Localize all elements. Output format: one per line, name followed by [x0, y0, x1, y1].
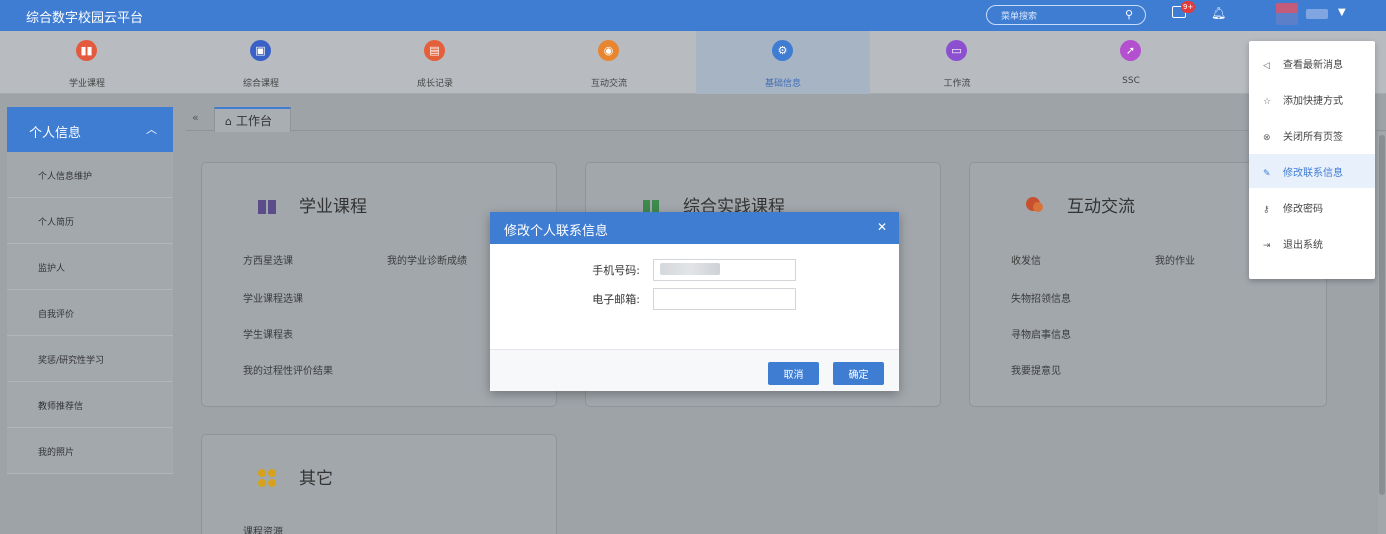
card-title: 其它 [299, 469, 333, 489]
link-lost-notice[interactable]: 寻物启事信息 [1011, 326, 1071, 341]
menu-item-change-password[interactable]: ⚷ 修改密码 [1249, 190, 1375, 224]
close-icon[interactable]: ✕ [877, 220, 887, 234]
phone-label: 手机号码: [592, 264, 640, 277]
menu-item-logout[interactable]: ⇥ 退出系统 [1249, 226, 1375, 260]
app-title: 综合数字校园云平台 [26, 11, 144, 26]
link-mail[interactable]: 收发信 [1011, 252, 1041, 267]
confirm-button[interactable]: 确定 [833, 362, 884, 385]
message-badge: 9+ [1181, 1, 1196, 13]
sidebar-group-label: 个人信息 [29, 126, 82, 141]
chevron-down-icon[interactable]: ▼ [1338, 7, 1346, 18]
avatar[interactable] [1276, 3, 1298, 25]
module-label: SSC [1122, 76, 1140, 86]
sidebar: 个人信息 ︿ 个人信息维护 个人简历 监护人 自我评价 奖惩/研究性学习 教师推… [7, 107, 173, 534]
cancel-button[interactable]: 取消 [768, 362, 819, 385]
search-placeholder: 菜单搜索 [1001, 12, 1038, 22]
module-basic-info[interactable]: ⚙ 基础信息 [696, 31, 870, 94]
link-process-eval[interactable]: 我的过程性评价结果 [243, 362, 333, 377]
menu-item-label: 添加快捷方式 [1283, 96, 1343, 107]
sidebar-item-photos[interactable]: 我的照片 [7, 428, 173, 474]
link-homework[interactable]: 我的作业 [1155, 252, 1195, 267]
user-menu: ◁ 查看最新消息 ☆ 添加快捷方式 ⊗ 关闭所有页签 ✎ 修改联系信息 ⚷ 修改密码 ⇥ 退… [1249, 41, 1375, 279]
module-academic[interactable]: ▮▮ 学业课程 [0, 31, 174, 94]
sidebar-item-profile[interactable]: 个人信息维护 [7, 152, 173, 198]
menu-item-label: 退出系统 [1283, 240, 1323, 251]
module-comprehensive[interactable]: ▣ 综合课程 [174, 31, 348, 94]
link-course-resource[interactable]: 课程资源 [243, 523, 283, 534]
chat-icon [1026, 197, 1043, 212]
sidebar-item-recommendation[interactable]: 教师推荐信 [7, 382, 173, 428]
card-other: 其它 课程资源 [201, 434, 557, 534]
key-icon: ⚷ [1263, 205, 1270, 215]
tab-label: 工作台 [235, 114, 272, 128]
module-label: 学业课程 [68, 79, 105, 89]
book-icon [258, 200, 276, 214]
link-timetable[interactable]: 学生课程表 [243, 326, 293, 341]
edit-contact-dialog: 修改个人联系信息 ✕ 手机号码: 电子邮箱: 取消 确定 [490, 212, 899, 391]
email-field[interactable] [653, 288, 796, 310]
logout-icon: ⇥ [1263, 241, 1271, 251]
card-title: 学业课程 [299, 197, 367, 217]
rocket-icon: ➚ [1120, 40, 1141, 61]
card-title: 互动交流 [1067, 197, 1135, 217]
top-bar: 综合数字校园云平台 菜单搜索 ⚲ 9+ 🔔︎ ▼ [0, 0, 1386, 31]
speaker-icon: ◁ [1263, 61, 1270, 71]
menu-item-edit-contact[interactable]: ✎ 修改联系信息 [1249, 154, 1375, 188]
clipboard-icon: ▤ [424, 40, 445, 61]
module-nav: ▮▮ 学业课程 ▣ 综合课程 ▤ 成长记录 ◉ 互动交流 ⚙ 基础信息 ▭ 工作… [0, 31, 1386, 94]
tab-bar: « ⌂ 工作台 [186, 107, 1386, 132]
sidebar-item-self-eval[interactable]: 自我评价 [7, 290, 173, 336]
email-label: 电子邮箱: [592, 293, 640, 306]
dialog-header: 修改个人联系信息 ✕ [490, 212, 899, 244]
edit-icon: ✎ [1263, 169, 1271, 179]
link-academic-select[interactable]: 学业课程选课 [243, 290, 303, 305]
link-lost-found[interactable]: 失物招领信息 [1011, 290, 1071, 305]
username[interactable] [1306, 9, 1328, 19]
link-feedback[interactable]: 我要提意见 [1011, 362, 1061, 377]
menu-item-close-tabs[interactable]: ⊗ 关闭所有页签 [1249, 118, 1375, 152]
tab-workbench[interactable]: ⌂ 工作台 [214, 107, 291, 132]
module-workflow[interactable]: ▭ 工作流 [870, 31, 1044, 94]
sidebar-item-awards[interactable]: 奖惩/研究性学习 [7, 336, 173, 382]
workflow-icon: ▭ [946, 40, 967, 61]
menu-item-add-shortcut[interactable]: ☆ 添加快捷方式 [1249, 82, 1375, 116]
dialog-title: 修改个人联系信息 [504, 224, 609, 239]
menu-item-label: 关闭所有页签 [1283, 132, 1343, 143]
module-label: 综合课程 [242, 79, 279, 89]
sidebar-item-guardian[interactable]: 监护人 [7, 244, 173, 290]
menu-item-label: 查看最新消息 [1283, 60, 1343, 71]
module-growth[interactable]: ▤ 成长记录 [348, 31, 522, 94]
scrollbar-thumb[interactable] [1379, 135, 1385, 495]
menu-item-label: 修改联系信息 [1283, 168, 1343, 179]
menu-search[interactable]: 菜单搜索 ⚲ [986, 5, 1146, 25]
module-label: 基础信息 [764, 79, 801, 89]
phone-value-redacted [660, 263, 720, 275]
module-interact[interactable]: ◉ 互动交流 [522, 31, 696, 94]
chevron-up-icon[interactable]: ︿ [146, 121, 157, 137]
star-icon: ☆ [1263, 97, 1272, 107]
chat-icon: ◉ [598, 40, 619, 61]
link-diagnosis[interactable]: 我的学业诊断成绩 [387, 252, 467, 267]
link-course-select[interactable]: 方西星选课 [243, 252, 293, 267]
close-circle-icon: ⊗ [1263, 133, 1271, 143]
menu-item-latest-messages[interactable]: ◁ 查看最新消息 [1249, 46, 1375, 80]
sidebar-group-personal-info[interactable]: 个人信息 ︿ [7, 107, 173, 152]
book-icon: ▮▮ [76, 40, 97, 61]
module-label: 工作流 [943, 79, 971, 89]
home-icon: ⌂ [225, 115, 232, 128]
phone-field[interactable] [653, 259, 796, 281]
menu-item-label: 修改密码 [1283, 204, 1323, 215]
module-ssc[interactable]: ➚ SSC [1044, 31, 1218, 94]
book-open-icon: ▣ [250, 40, 271, 61]
grid-icon [258, 469, 276, 487]
module-label: 互动交流 [590, 79, 627, 89]
collapse-icon[interactable]: « [192, 111, 199, 124]
dialog-footer: 取消 确定 [490, 349, 899, 391]
module-label: 成长记录 [416, 79, 453, 89]
bell-icon[interactable]: 🔔︎ [1211, 6, 1226, 20]
search-icon[interactable]: ⚲ [1125, 8, 1133, 21]
gear-icon: ⚙ [772, 40, 793, 61]
sidebar-item-resume[interactable]: 个人简历 [7, 198, 173, 244]
